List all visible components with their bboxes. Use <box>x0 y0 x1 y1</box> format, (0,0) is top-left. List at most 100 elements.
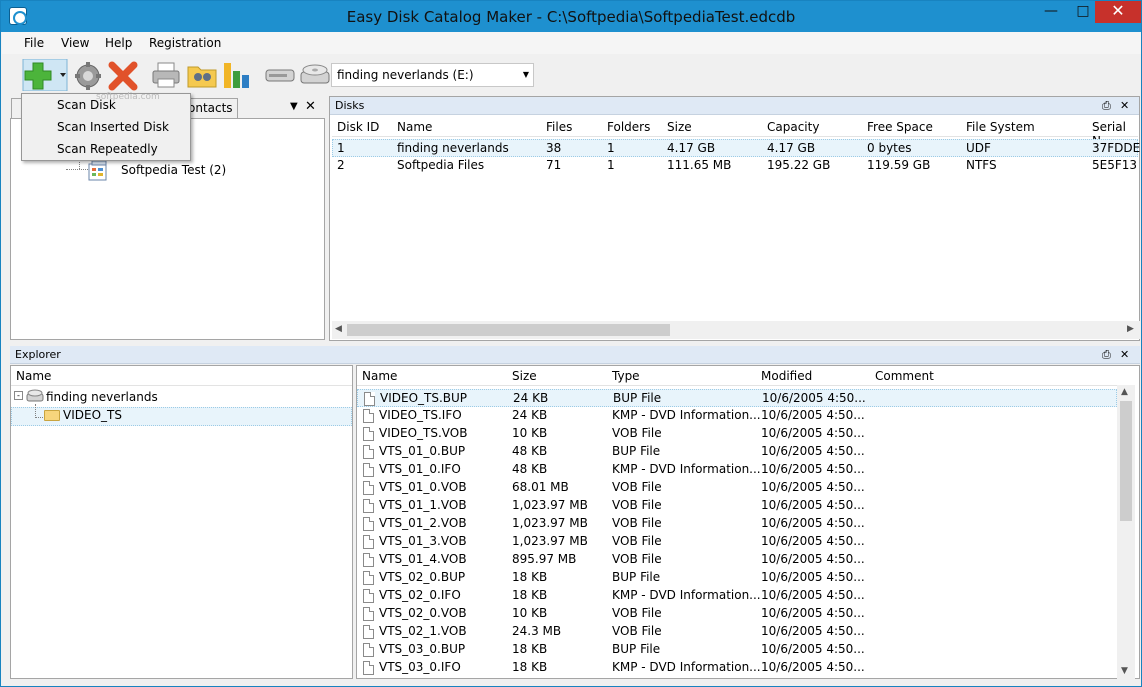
table-row[interactable]: VTS_02_0.VOB 10 KB VOB File 10/6/2005 4:50.… <box>357 605 1117 623</box>
col-name[interactable]: Name <box>362 369 397 383</box>
pin-icon[interactable]: ⎙ <box>1102 99 1111 113</box>
app-window: Easy Disk Catalog Maker - C:\Softpedia\S… <box>0 0 1142 687</box>
scan-settings-icon[interactable] <box>72 59 104 91</box>
col-folders[interactable]: Folders <box>607 120 650 134</box>
col-comment[interactable]: Comment <box>875 369 934 383</box>
file-icon <box>363 445 374 459</box>
table-row[interactable]: VTS_01_0.BUP 48 KB BUP File 10/6/2005 4:50.… <box>357 443 1117 461</box>
minimize-button[interactable]: — <box>1035 1 1067 23</box>
explorer-tree-header: Name <box>11 366 352 386</box>
menu-view[interactable]: View <box>61 36 89 50</box>
file-icon <box>363 589 374 603</box>
table-row[interactable]: VTS_01_3.VOB 1,023.97 MB VOB File 10/6/2005… <box>357 533 1117 551</box>
delete-icon[interactable] <box>107 59 139 91</box>
table-row[interactable]: 2 Softpedia Files 71 1 111.65 MB 195.22 … <box>332 157 1138 175</box>
table-row[interactable]: VTS_01_1.VOB 1,023.97 MB VOB File 10/6/2005… <box>357 497 1117 515</box>
drive-select[interactable]: finding neverlands (E:) ▼ <box>331 63 534 87</box>
scroll-right-icon[interactable]: ▶ <box>1127 324 1134 334</box>
window-title: Easy Disk Catalog Maker - C:\Softpedia\S… <box>346 8 796 26</box>
explorer-tree-panel: Name - finding neverlands VIDEO_TS <box>10 365 353 679</box>
disks-panel-header: Disks ⎙ ✕ <box>330 97 1139 115</box>
col-disk-id[interactable]: Disk ID <box>337 120 379 134</box>
col-capacity[interactable]: Capacity <box>767 120 819 134</box>
file-list-header: Name Size Type Modified Comment <box>357 366 1117 386</box>
menu-help[interactable]: Help <box>105 36 132 50</box>
file-icon <box>363 409 374 423</box>
tree-item-disk[interactable]: finding neverlands <box>46 390 158 404</box>
file-icon <box>363 463 374 477</box>
table-row[interactable]: VTS_02_0.BUP 18 KB BUP File 10/6/2005 4:50.… <box>357 569 1117 587</box>
table-row[interactable]: VTS_02_0.IFO 18 KB KMP - DVD Information..… <box>357 587 1117 605</box>
close-panel-icon[interactable]: ✕ <box>1120 348 1129 361</box>
table-row[interactable]: VTS_01_4.VOB 895.97 MB VOB File 10/6/2005 4… <box>357 551 1117 569</box>
disks-panel-title: Disks <box>335 99 365 112</box>
file-list-vertical-scrollbar[interactable]: ▲ ▼ <box>1117 385 1135 679</box>
table-row[interactable]: VTS_01_0.IFO 48 KB KMP - DVD Information..… <box>357 461 1117 479</box>
file-icon <box>363 553 374 567</box>
menu-item-scan-repeatedly[interactable]: Scan Repeatedly <box>57 142 158 156</box>
close-button[interactable]: ✕ <box>1095 1 1141 23</box>
file-icon <box>363 661 374 675</box>
file-icon <box>363 643 374 657</box>
print-icon[interactable] <box>150 59 182 91</box>
col-name[interactable]: Name <box>397 120 432 134</box>
file-icon <box>363 517 374 531</box>
menu-item-scan-inserted-disk[interactable]: Scan Inserted Disk <box>57 120 169 134</box>
scroll-up-icon[interactable]: ▲ <box>1121 387 1128 397</box>
col-free-space[interactable]: Free Space <box>867 120 933 134</box>
tab-menu-icon[interactable]: ▼ <box>290 101 298 112</box>
menu-registration[interactable]: Registration <box>149 36 221 50</box>
scroll-down-icon[interactable]: ▼ <box>1121 666 1128 676</box>
tree-item-folder[interactable]: VIDEO_TS <box>63 408 122 422</box>
watermark: softpedia.com <box>96 92 160 102</box>
add-icon[interactable] <box>22 59 68 91</box>
col-size[interactable]: Size <box>512 369 537 383</box>
close-panel-icon[interactable]: ✕ <box>305 99 316 114</box>
scroll-left-icon[interactable]: ◀ <box>335 324 342 334</box>
toolbar <box>2 54 1141 96</box>
close-panel-icon[interactable]: ✕ <box>1120 99 1129 112</box>
file-icon <box>363 625 374 639</box>
tree-item-catalog[interactable]: Softpedia Test (2) <box>121 163 226 177</box>
table-row[interactable]: VTS_02_1.VOB 24.3 MB VOB File 10/6/2005 4:5… <box>357 623 1117 641</box>
file-icon <box>363 481 374 495</box>
statistics-icon[interactable] <box>221 59 253 91</box>
table-row[interactable]: VTS_01_0.VOB 68.01 MB VOB File 10/6/2005 4:… <box>357 479 1117 497</box>
table-row[interactable]: VTS_03_0.IFO 18 KB KMP - DVD Information..… <box>357 659 1117 677</box>
col-files[interactable]: Files <box>546 120 572 134</box>
table-row[interactable]: VTS_01_2.VOB 1,023.97 MB VOB File 10/6/2005… <box>357 515 1117 533</box>
collapse-icon[interactable]: - <box>14 391 23 400</box>
col-size[interactable]: Size <box>667 120 692 134</box>
drive-select-value: finding neverlands (E:) <box>337 68 474 82</box>
chevron-down-icon: ▼ <box>522 70 529 79</box>
col-modified[interactable]: Modified <box>761 369 812 383</box>
file-icon <box>363 607 374 621</box>
explorer-panel-header: Explorer ⎙ ✕ <box>10 346 1140 364</box>
menu-bar: File View Help Registration <box>2 32 1141 54</box>
catalog-icon <box>88 160 107 181</box>
file-icon <box>363 499 374 513</box>
disks-horizontal-scrollbar[interactable]: ◀ ▶ <box>332 321 1140 339</box>
table-row[interactable]: VIDEO_TS.VOB 10 KB VOB File 10/6/2005 4:50.… <box>357 425 1117 443</box>
file-icon <box>363 571 374 585</box>
table-row[interactable]: 1 finding neverlands 38 1 4.17 GB 4.17 G… <box>332 139 1140 157</box>
cd-drive-icon[interactable] <box>299 59 331 91</box>
menu-file[interactable]: File <box>24 36 44 50</box>
table-row[interactable]: VTS_03_0.BUP 18 KB BUP File 10/6/2005 4:50.… <box>357 641 1117 659</box>
drive-icon[interactable] <box>264 59 296 91</box>
disks-column-header: Disk ID Name Files Folders Size Capacity… <box>332 117 1138 148</box>
file-icon <box>363 535 374 549</box>
explorer-file-list: Name Size Type Modified Comment VIDEO_TS… <box>356 365 1140 679</box>
title-bar: Easy Disk Catalog Maker - C:\Softpedia\S… <box>1 1 1141 32</box>
pin-icon[interactable]: ⎙ <box>1102 348 1111 362</box>
scrollbar-thumb[interactable] <box>347 324 670 336</box>
col-file-system[interactable]: File System <box>966 120 1035 134</box>
folder-icon <box>44 410 60 421</box>
table-row[interactable]: VIDEO_TS.IFO 24 KB KMP - DVD Information..… <box>357 407 1117 425</box>
find-folder-icon[interactable] <box>186 59 218 91</box>
scrollbar-thumb[interactable] <box>1120 401 1132 521</box>
cd-drive-icon <box>26 389 44 402</box>
file-icon <box>364 392 375 406</box>
col-type[interactable]: Type <box>612 369 640 383</box>
table-row[interactable]: VIDEO_TS.BUP 24 KB BUP File 10/6/2005 4:50.… <box>357 389 1117 407</box>
